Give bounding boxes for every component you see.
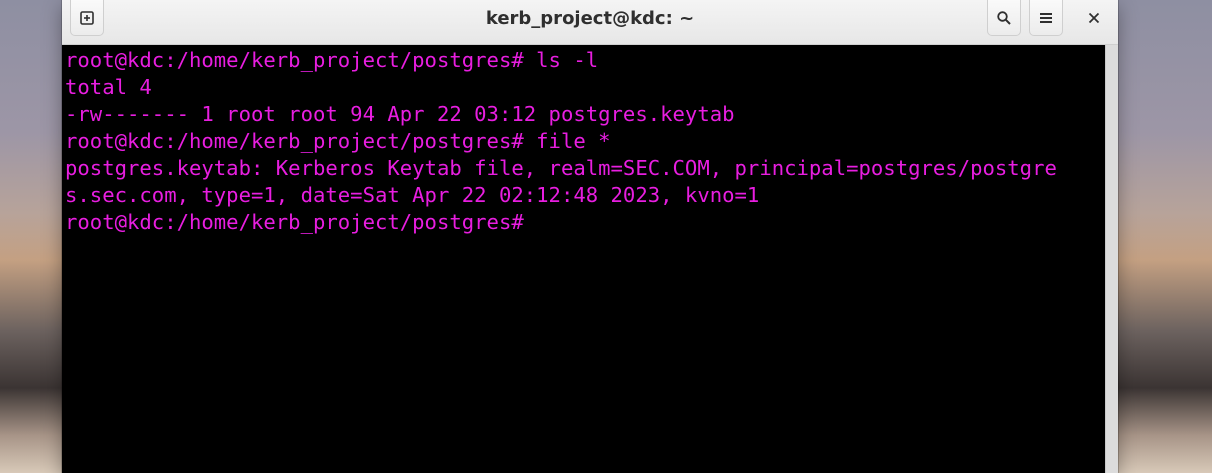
terminal-window: kerb_project@kdc: ~ root@kdc:/home/kerb_… <box>62 0 1118 473</box>
titlebar: kerb_project@kdc: ~ <box>62 0 1118 45</box>
search-icon <box>996 10 1012 26</box>
close-icon <box>1088 12 1100 24</box>
terminal-line: root@kdc:/home/kerb_project/postgres# ls… <box>65 48 599 72</box>
terminal-prompt-line: root@kdc:/home/kerb_project/postgres# <box>65 210 537 234</box>
terminal-line: s.sec.com, type=1, date=Sat Apr 22 02:12… <box>65 183 760 207</box>
terminal-line: total 4 <box>65 75 152 99</box>
close-button[interactable] <box>1077 0 1111 36</box>
search-button[interactable] <box>987 0 1021 36</box>
terminal-line: postgres.keytab: Kerberos Keytab file, r… <box>65 156 1057 180</box>
terminal-line: -rw------- 1 root root 94 Apr 22 03:12 p… <box>65 102 735 126</box>
terminal-scrollbar[interactable] <box>1105 45 1118 473</box>
hamburger-menu-icon <box>1039 11 1053 25</box>
window-title: kerb_project@kdc: ~ <box>485 8 695 29</box>
terminal-line: root@kdc:/home/kerb_project/postgres# fi… <box>65 129 611 153</box>
terminal-output[interactable]: root@kdc:/home/kerb_project/postgres# ls… <box>62 45 1105 473</box>
menu-button[interactable] <box>1029 0 1063 36</box>
